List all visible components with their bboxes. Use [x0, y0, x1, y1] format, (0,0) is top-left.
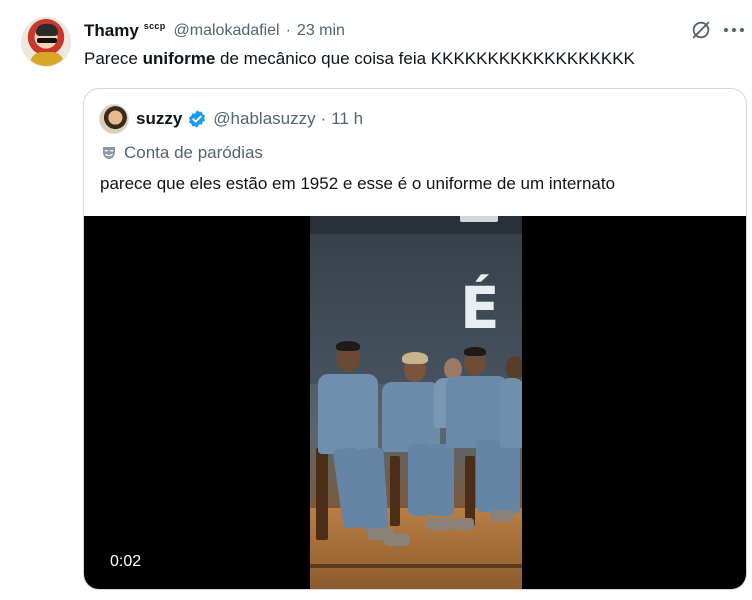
avatar-sunglasses [37, 38, 57, 43]
tweet-text-bold: uniforme [142, 49, 216, 68]
quoted-tweet[interactable]: suzzy @hablasuzzy · 11 h Conta de paródi… [83, 88, 747, 590]
quoted-tweet-timestamp[interactable]: 11 h [331, 109, 363, 129]
video-frame: É [310, 216, 522, 589]
tweet-text: Parece uniforme de mecânico que coisa fe… [84, 48, 635, 70]
theater-mask-icon [103, 147, 115, 159]
quoted-author-display-name[interactable]: suzzy [136, 109, 182, 129]
header-separator: · [285, 22, 291, 39]
avatar-hair [36, 24, 58, 36]
avatar-shirt [30, 52, 64, 66]
quoted-author-handle[interactable]: @hablasuzzy [213, 109, 315, 129]
stage-edge [310, 564, 522, 568]
tweet-text-end: de mecânico que coisa feia KKKKKKKKKKKKK… [215, 49, 635, 68]
quoted-header-separator: · [320, 109, 327, 128]
more-icon[interactable] [723, 26, 745, 34]
parody-label-text: Conta de paródias [124, 143, 263, 162]
verified-badge-icon [189, 110, 206, 128]
quoted-tweet-header: suzzy @hablasuzzy · 11 h [136, 108, 363, 130]
tweet[interactable]: Thamy sccp @malokadafiel · 23 min Parece… [0, 0, 752, 600]
screen-logo: É [460, 274, 500, 342]
author-display-name[interactable]: Thamy [84, 21, 139, 41]
tweet-text-start: Parece [84, 49, 143, 68]
tweet-header: Thamy sccp @malokadafiel · 23 min [84, 20, 345, 42]
quoted-tweet-text: parece que eles estão em 1952 e esse é o… [100, 174, 616, 193]
author-handle[interactable]: @malokadafiel [174, 22, 280, 40]
parody-account-label: Conta de paródias [100, 142, 263, 164]
chair [316, 448, 328, 540]
video-timestamp: 0:02 [110, 553, 142, 570]
stage-light [460, 216, 498, 222]
video-player[interactable]: É 0:02 [84, 216, 746, 589]
grok-icon[interactable] [690, 19, 712, 41]
tweet-timestamp[interactable]: 23 min [297, 22, 345, 40]
author-avatar[interactable] [21, 17, 71, 67]
author-name-tag: sccp [143, 21, 166, 31]
quoted-author-avatar[interactable] [99, 104, 129, 134]
chair [390, 456, 400, 526]
chair [465, 456, 475, 526]
